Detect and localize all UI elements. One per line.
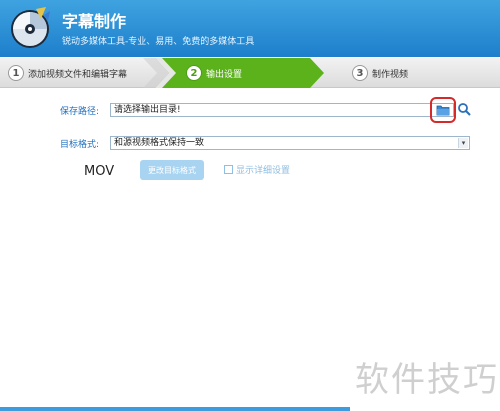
watermark: 软件技巧 <box>355 360 499 400</box>
target-format-value: 和源视频格式保持一致 <box>114 138 205 148</box>
app-header: 字幕制作 锐动多媒体工具-专业、易用、免费的多媒体工具 <box>0 0 500 57</box>
step-add-video[interactable]: 1 添加视频文件和编辑字幕 <box>8 58 127 88</box>
step-number: 1 <box>8 65 24 81</box>
step-label: 输出设置 <box>206 69 243 80</box>
target-format-select[interactable]: 和源视频格式保持一致 ▾ <box>110 136 470 150</box>
step-number: 3 <box>352 65 368 81</box>
browse-folder-button[interactable] <box>430 97 456 123</box>
step-output-settings[interactable]: 2 输出设置 <box>186 58 242 88</box>
bottom-progress-line <box>0 407 350 411</box>
step-label: 添加视频文件和编辑字幕 <box>28 69 128 80</box>
app-subtitle: 锐动多媒体工具-专业、易用、免费的多媒体工具 <box>62 37 255 47</box>
save-path-input[interactable]: 请选择输出目录! <box>110 103 454 117</box>
change-format-button[interactable]: 更改目标格式 <box>140 160 204 180</box>
search-icon[interactable] <box>457 102 471 116</box>
folder-icon <box>436 105 450 116</box>
app-title: 字幕制作 <box>62 12 127 31</box>
dropdown-arrow-icon[interactable]: ▾ <box>458 138 468 148</box>
cd-disc-logo-icon <box>11 7 50 48</box>
show-details-checkbox[interactable] <box>224 165 233 174</box>
show-details-label[interactable]: 显示详细设置 <box>236 163 290 176</box>
step-make-video[interactable]: 3 制作视频 <box>352 58 408 88</box>
save-path-label: 保存路径: <box>60 107 100 117</box>
step-number: 2 <box>186 65 202 81</box>
format-name: MOV <box>84 164 115 179</box>
step-label: 制作视频 <box>372 69 409 80</box>
target-format-label: 目标格式: <box>60 140 100 150</box>
